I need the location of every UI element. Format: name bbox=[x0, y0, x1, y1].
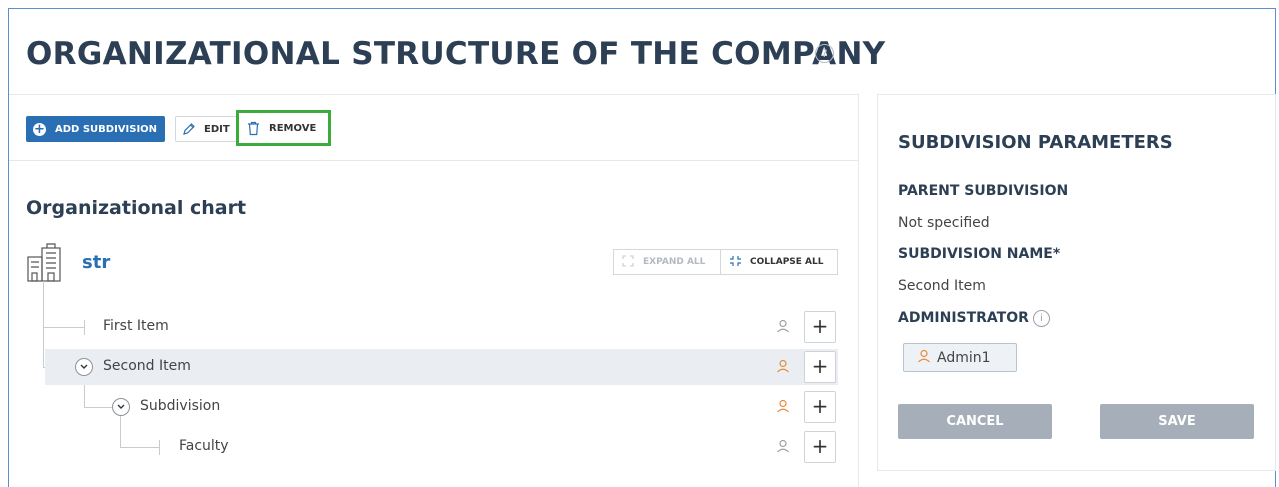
plus-circle-icon: + bbox=[33, 121, 46, 137]
add-child-button[interactable]: + bbox=[804, 351, 836, 383]
expand-all-button[interactable]: EXPAND ALL bbox=[614, 250, 721, 274]
edit-button[interactable]: EDIT bbox=[175, 116, 237, 142]
add-subdivision-label: ADD SUBDIVISION bbox=[55, 123, 158, 135]
expand-all-label: EXPAND ALL bbox=[643, 257, 706, 267]
help-icon[interactable]: ? bbox=[815, 44, 834, 63]
person-icon[interactable] bbox=[776, 398, 790, 417]
person-icon bbox=[917, 349, 931, 367]
tree-item-second-item[interactable]: Second Item bbox=[103, 358, 191, 374]
administrator-label: ADMINISTRATOR bbox=[898, 310, 1029, 326]
tree-connector bbox=[120, 447, 160, 448]
root-subdivision-name[interactable]: str bbox=[82, 252, 110, 273]
administrator-chip[interactable]: Admin1 bbox=[903, 343, 1017, 372]
info-icon[interactable]: i bbox=[1032, 310, 1050, 327]
remove-button[interactable]: REMOVE bbox=[236, 110, 331, 146]
add-child-button[interactable]: + bbox=[804, 391, 836, 423]
collapse-all-label: COLLAPSE ALL bbox=[750, 257, 824, 267]
parent-subdivision-label: PARENT SUBDIVISION bbox=[898, 183, 1069, 199]
tree-connector bbox=[84, 320, 85, 335]
tree-connector bbox=[159, 440, 160, 455]
person-icon[interactable] bbox=[776, 438, 790, 457]
page-title: ORGANIZATIONAL STRUCTURE OF THE COMPANY bbox=[26, 36, 886, 72]
tree-connector bbox=[84, 407, 112, 408]
save-button[interactable]: SAVE bbox=[1100, 404, 1254, 439]
tree-item-subdivision[interactable]: Subdivision bbox=[140, 398, 220, 414]
add-child-button[interactable]: + bbox=[804, 311, 836, 343]
add-subdivision-button[interactable]: + ADD SUBDIVISION bbox=[26, 116, 165, 142]
administrator-value: Admin1 bbox=[937, 349, 991, 366]
collapse-all-button[interactable]: COLLAPSE ALL bbox=[721, 250, 837, 274]
expand-icon bbox=[622, 254, 634, 270]
edit-label: EDIT bbox=[204, 123, 230, 135]
chevron-down-icon[interactable] bbox=[75, 358, 93, 376]
person-icon[interactable] bbox=[776, 318, 790, 337]
toolbar-divider bbox=[9, 160, 859, 161]
parent-subdivision-value: Not specified bbox=[898, 215, 990, 231]
chart-panel bbox=[9, 94, 859, 487]
administrator-label-row: ADMINISTRATOR i bbox=[898, 310, 1050, 327]
add-child-button[interactable]: + bbox=[804, 431, 836, 463]
tree-connector bbox=[43, 327, 85, 328]
subdivision-name-value: Second Item bbox=[898, 278, 986, 294]
trash-icon bbox=[247, 121, 260, 136]
parameters-title: SUBDIVISION PARAMETERS bbox=[898, 132, 1173, 153]
tree-connector bbox=[43, 281, 44, 368]
tree-connector bbox=[120, 416, 121, 448]
cancel-button[interactable]: CANCEL bbox=[898, 404, 1052, 439]
subdivision-name-label: SUBDIVISION NAME* bbox=[898, 246, 1061, 262]
person-icon[interactable] bbox=[776, 358, 790, 377]
expand-collapse-group: EXPAND ALL COLLAPSE ALL bbox=[613, 249, 838, 275]
pencil-icon bbox=[182, 122, 196, 136]
tree-item-faculty[interactable]: Faculty bbox=[179, 438, 229, 454]
tree-item-first-item[interactable]: First Item bbox=[103, 318, 169, 334]
remove-label: REMOVE bbox=[269, 122, 317, 134]
chart-title: Organizational chart bbox=[26, 197, 247, 219]
chevron-down-icon[interactable] bbox=[112, 398, 130, 416]
building-icon bbox=[25, 243, 65, 287]
collapse-icon bbox=[729, 255, 742, 270]
